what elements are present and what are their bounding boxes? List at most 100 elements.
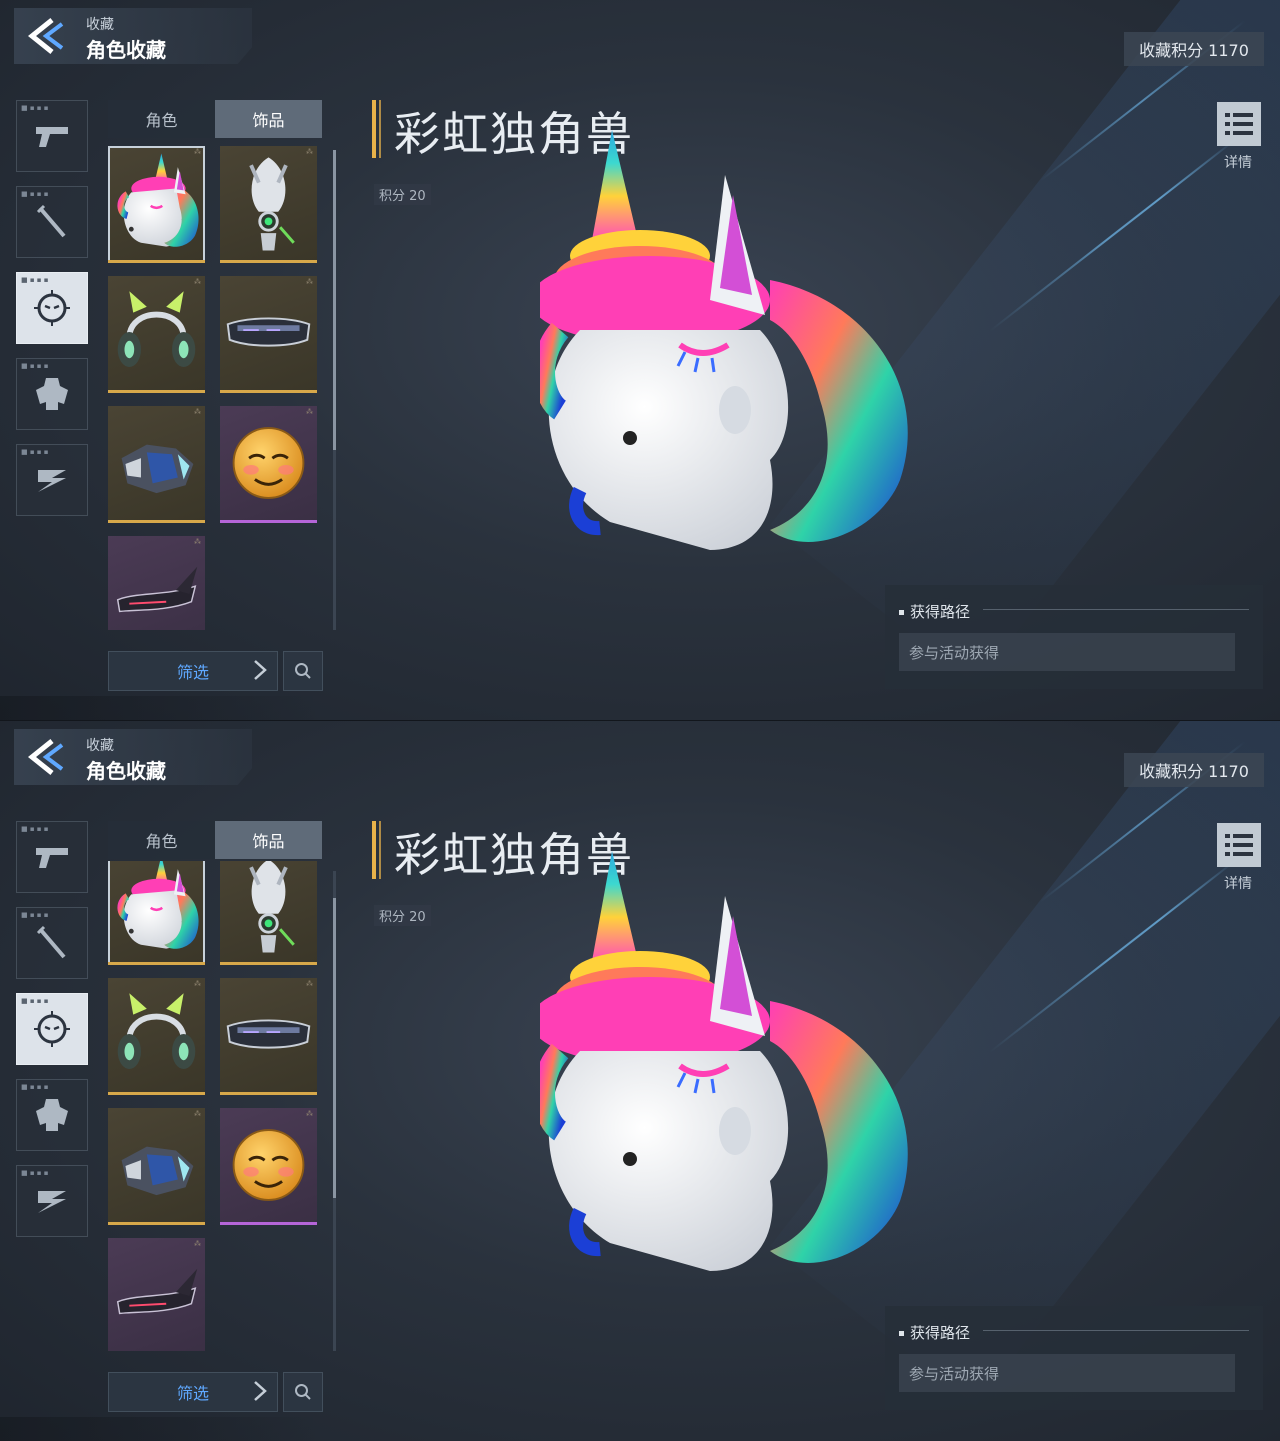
cat-ear-headphones-icon (108, 276, 205, 390)
tab-accessory[interactable]: 饰品 (215, 100, 322, 138)
rarity-bar (108, 390, 205, 393)
bottom-shadow (0, 696, 320, 720)
visor-glasses-icon (220, 276, 317, 390)
smug-emoji-ball-icon (220, 1108, 317, 1222)
item-tile-headphones[interactable]: ⁂ (108, 276, 205, 393)
item-tile-unicorn[interactable]: ⁂ (108, 861, 205, 965)
item-tile-unicorn[interactable]: ⁂ (108, 146, 205, 263)
breadcrumb: 收藏 (86, 738, 114, 754)
rarity-bar (220, 520, 317, 523)
search-icon (295, 663, 311, 679)
smug-emoji-ball-icon (220, 406, 317, 520)
tab-character[interactable]: 角色 (108, 100, 215, 138)
pistol-icon (36, 848, 68, 868)
collection-points-badge: 收藏积分 1170 (1124, 32, 1264, 66)
category-tag: ■ ▪ ▪ ▪ (21, 1169, 49, 1177)
mech-body-icon (36, 1099, 68, 1131)
item-tile-visor[interactable]: ⁂ (220, 276, 317, 393)
emote-pose-icon (38, 470, 66, 492)
tab-bar: 角色 饰品 (108, 100, 322, 138)
category-mech-button[interactable]: ■ ▪ ▪ ▪ (16, 358, 88, 430)
armored-gauntlet-icon (108, 1108, 205, 1222)
item-points: 积分 20 (374, 184, 431, 205)
category-emote-button[interactable]: ■ ▪ ▪ ▪ (16, 1165, 88, 1237)
chevron-right-icon (254, 1381, 267, 1401)
breadcrumb: 收藏 (86, 17, 114, 33)
item-points: 积分 20 (374, 905, 431, 926)
acquisition-panel: 获得路径 参与活动获得 (885, 585, 1263, 689)
item-tile-horned-visor[interactable]: ⁂ (108, 1238, 205, 1351)
back-arrow-icon[interactable] (22, 735, 72, 779)
category-melee-button[interactable]: ■ ▪ ▪ ▪ (16, 907, 88, 979)
emote-pose-icon (38, 1191, 66, 1213)
item-tile-mask[interactable]: ⁂ (220, 146, 317, 263)
chevron-right-icon (254, 660, 267, 680)
horned-visor-icon (108, 1238, 205, 1351)
rarity-bar (108, 520, 205, 523)
tile-mark: ⁂ (194, 980, 201, 988)
item-tile-mask[interactable]: ⁂ (220, 861, 317, 965)
category-accessory-button[interactable]: ■ ▪ ▪ ▪ (16, 272, 88, 344)
details-label: 详情 (1224, 876, 1252, 892)
category-emote-button[interactable]: ■ ▪ ▪ ▪ (16, 444, 88, 516)
item-tile-emoji[interactable]: ⁂ (220, 406, 317, 523)
rarity-bar (220, 260, 317, 263)
unicorn-head-icon (108, 861, 205, 962)
tile-mark: ⁂ (194, 278, 201, 286)
back-arrow-icon[interactable] (22, 14, 72, 58)
rarity-bar (108, 1092, 205, 1095)
item-grid: ⁂ ⁂ ⁂ ⁂ ⁂ ⁂ ⁂ (108, 861, 322, 1351)
details-button[interactable] (1217, 823, 1261, 867)
unicorn-head-preview[interactable] (540, 851, 920, 1281)
item-tile-headphones[interactable]: ⁂ (108, 978, 205, 1095)
tab-bar: 角色 饰品 (108, 821, 322, 859)
category-tag: ■ ▪ ▪ ▪ (21, 190, 49, 198)
search-button[interactable] (283, 651, 323, 691)
tile-mark: ⁂ (306, 148, 313, 156)
item-tile-gauntlet[interactable]: ⁂ (108, 1108, 205, 1225)
category-pistol-button[interactable]: ■ ▪ ▪ ▪ (16, 821, 88, 893)
divider (983, 1330, 1249, 1331)
item-tile-emoji[interactable]: ⁂ (220, 1108, 317, 1225)
category-pistol-button[interactable]: ■ ▪ ▪ ▪ (16, 100, 88, 172)
tile-mark: ⁂ (194, 1240, 201, 1248)
tile-mark: ⁂ (194, 148, 201, 156)
rarity-bar (220, 1092, 317, 1095)
item-tile-gauntlet[interactable]: ⁂ (108, 406, 205, 523)
category-melee-button[interactable]: ■ ▪ ▪ ▪ (16, 186, 88, 258)
cat-ear-headphones-icon (108, 978, 205, 1092)
category-mech-button[interactable]: ■ ▪ ▪ ▪ (16, 1079, 88, 1151)
page-title: 角色收藏 (86, 38, 166, 62)
category-tag: ■ ▪ ▪ ▪ (21, 276, 49, 284)
unicorn-head-preview[interactable] (540, 130, 920, 560)
bottom-shadow (0, 1417, 320, 1441)
category-accessory-button[interactable]: ■ ▪ ▪ ▪ (16, 993, 88, 1065)
mechanical-mask-icon (220, 861, 317, 962)
search-button[interactable] (283, 1372, 323, 1412)
collection-points-badge: 收藏积分 1170 (1124, 753, 1264, 787)
tab-accessory[interactable]: 饰品 (215, 821, 322, 859)
grid-scrollbar-thumb[interactable] (333, 898, 336, 1198)
mech-body-icon (36, 378, 68, 410)
item-tile-visor[interactable]: ⁂ (220, 978, 317, 1095)
tile-mark: ⁂ (306, 1110, 313, 1118)
horned-visor-icon (108, 536, 205, 630)
armored-gauntlet-icon (108, 406, 205, 520)
rarity-bar (108, 260, 205, 263)
rarity-bar (108, 962, 205, 965)
grid-scrollbar-thumb[interactable] (333, 150, 336, 450)
pistol-icon (36, 127, 68, 147)
collection-screen-top: 收藏 角色收藏 收藏积分 1170 ■ ▪ ▪ ▪ ■ ▪ ▪ ▪ ■ ▪ ▪ … (0, 0, 1280, 720)
category-tag: ■ ▪ ▪ ▪ (21, 911, 49, 919)
tab-character[interactable]: 角色 (108, 821, 215, 859)
details-button[interactable] (1217, 102, 1261, 146)
mechanical-mask-icon (220, 146, 317, 260)
acquisition-title: 获得路径 (899, 1322, 970, 1343)
tile-mark: ⁂ (194, 408, 201, 416)
item-tile-horned-visor[interactable]: ⁂ (108, 536, 205, 630)
category-tag: ■ ▪ ▪ ▪ (21, 448, 49, 456)
list-icon (1225, 113, 1253, 135)
page-title: 角色收藏 (86, 759, 166, 783)
acquisition-source: 参与活动获得 (899, 633, 1235, 671)
search-icon (295, 1384, 311, 1400)
